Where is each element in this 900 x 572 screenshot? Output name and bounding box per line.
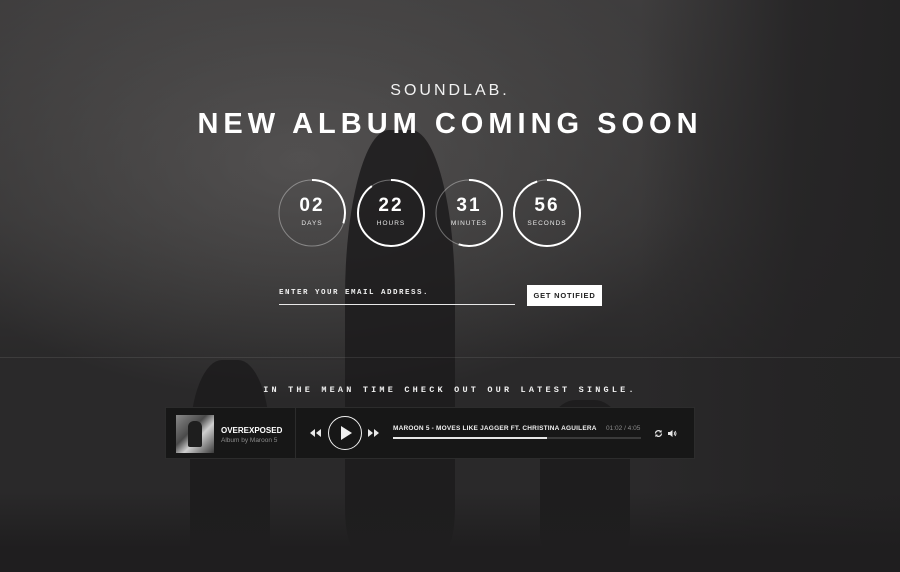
days-value: 02 (299, 195, 325, 216)
audio-player: OVEREXPOSED Album by Maroon 5 MAROON 5 -… (165, 407, 695, 460)
get-notified-button[interactable]: GET NOTIFIED (527, 285, 602, 306)
minutes-label: MINUTES (450, 220, 488, 227)
page-title: NEW ALBUM COMING SOON (197, 108, 703, 140)
repeat-icon[interactable] (654, 429, 663, 440)
countdown-hours: 22 HOURS (356, 178, 426, 248)
divider-line (0, 357, 900, 358)
rewind-icon[interactable] (310, 429, 321, 439)
days-label: DAYS (301, 220, 323, 227)
seconds-value: 56 (534, 195, 560, 216)
countdown-minutes: 31 MINUTES (434, 178, 504, 248)
progress-fill (393, 437, 547, 439)
album-subtitle: Album by Maroon 5 (221, 437, 278, 444)
hours-label: HOURS (376, 220, 406, 227)
fast-forward-icon[interactable] (368, 429, 379, 439)
email-field[interactable] (279, 285, 515, 305)
hours-value: 22 (378, 195, 404, 216)
album-cover[interactable] (176, 415, 214, 453)
countdown-timer: 02 DAYS 22 HOURS 31 MINUTES 56 SECONDS (277, 178, 623, 248)
minutes-value: 31 (456, 195, 482, 216)
track-time: 01:02 / 4:05 (606, 425, 641, 432)
background-floor (0, 492, 900, 572)
play-button[interactable] (328, 416, 362, 450)
brand-logo: SOUNDLAB. (390, 82, 510, 99)
album-title: OVEREXPOSED (221, 426, 283, 435)
countdown-seconds: 56 SECONDS (512, 178, 582, 248)
progress-bar[interactable] (393, 437, 641, 439)
seconds-label: SECONDS (527, 220, 567, 227)
player-divider (295, 408, 296, 460)
track-title: MAROON 5 - MOVES LIKE JAGGER FT. CHRISTI… (393, 425, 597, 432)
volume-icon[interactable] (668, 429, 677, 440)
countdown-days: 02 DAYS (277, 178, 347, 248)
latest-single-caption: IN THE MEAN TIME CHECK OUT OUR LATEST SI… (263, 385, 637, 395)
play-icon (341, 426, 352, 440)
